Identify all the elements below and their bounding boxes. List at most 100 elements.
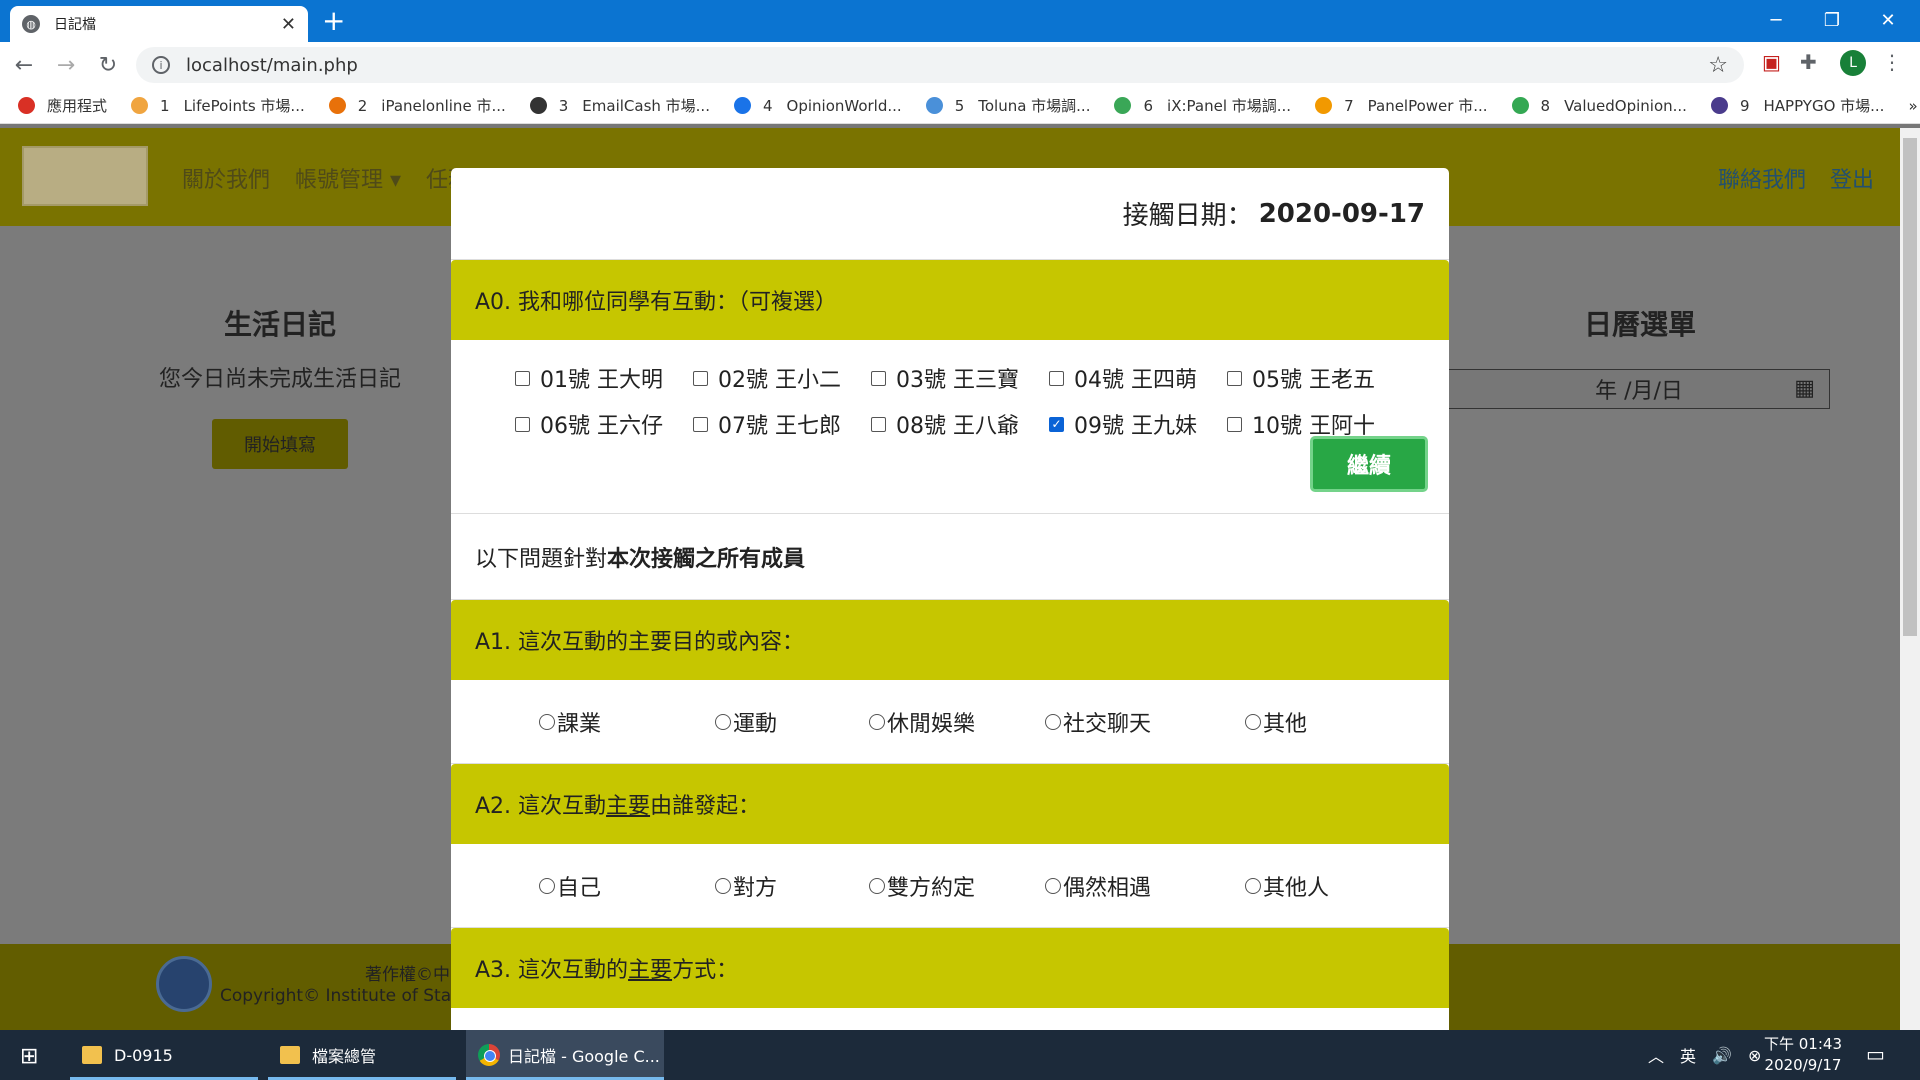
forward-arrow-icon[interactable]: → bbox=[48, 47, 84, 83]
diary-panel: 生活日記 您今日尚未完成生活日記 開始填寫 bbox=[80, 303, 480, 469]
checkbox[interactable]: ✓ bbox=[1049, 416, 1064, 432]
reload-icon[interactable]: ↻ bbox=[90, 47, 126, 83]
radio-option[interactable]: 自己 bbox=[539, 870, 601, 902]
continue-button[interactable]: 繼續 bbox=[1310, 436, 1428, 492]
bookmark-favicon-icon bbox=[1511, 97, 1529, 114]
scrollbar-thumb[interactable] bbox=[1903, 138, 1917, 636]
minimize-button[interactable]: ─ bbox=[1748, 0, 1804, 40]
taskbar-item-chrome[interactable]: 日記檔 - Google C... bbox=[466, 1030, 664, 1080]
radio-button[interactable] bbox=[1245, 714, 1261, 730]
bookmark-item[interactable]: 1 LifePoints 市場... bbox=[131, 95, 305, 116]
network-icon[interactable]: ⊗ bbox=[1748, 1046, 1761, 1065]
student-checkbox-item[interactable]: 04號 王四萌 bbox=[1049, 362, 1227, 394]
radio-option[interactable]: 雙方約定 bbox=[869, 870, 975, 902]
radio-option[interactable]: 其他人 bbox=[1245, 870, 1329, 902]
checkbox[interactable] bbox=[693, 416, 708, 432]
back-arrow-icon[interactable]: ← bbox=[6, 47, 42, 83]
student-checkbox-item[interactable]: 07號 王七郎 bbox=[693, 408, 871, 440]
nav-logout[interactable]: 登出 bbox=[1830, 162, 1874, 194]
pdf-extension-icon[interactable]: ▣ bbox=[1762, 50, 1781, 74]
radio-button[interactable] bbox=[1045, 714, 1061, 730]
bookmark-item[interactable]: 9 HAPPYGO 市場... bbox=[1710, 95, 1884, 116]
close-tab-icon[interactable]: ✕ bbox=[281, 14, 296, 35]
close-window-button[interactable]: ✕ bbox=[1860, 0, 1916, 40]
bookmark-label: EmailCash 市場... bbox=[582, 97, 710, 115]
radio-button[interactable] bbox=[1045, 878, 1061, 894]
new-tab-button[interactable]: + bbox=[322, 4, 345, 38]
page-scrollbar[interactable] bbox=[1900, 128, 1920, 1030]
bookmark-star-icon[interactable]: ☆ bbox=[1708, 53, 1728, 78]
radio-button[interactable] bbox=[539, 714, 555, 730]
student-label: 02號 王小二 bbox=[718, 368, 841, 393]
radio-option[interactable]: 偶然相遇 bbox=[1045, 870, 1151, 902]
system-clock[interactable]: 下午 01:43 2020/9/17 bbox=[1764, 1034, 1842, 1076]
menu-kebab-icon[interactable]: ⋮ bbox=[1882, 50, 1902, 74]
radio-button[interactable] bbox=[869, 878, 885, 894]
checkbox[interactable] bbox=[871, 370, 886, 386]
student-checkbox-item[interactable]: 01號 王大明 bbox=[515, 362, 693, 394]
info-icon[interactable]: i bbox=[152, 56, 170, 74]
start-diary-button[interactable]: 開始填寫 bbox=[212, 419, 348, 469]
date-input[interactable]: 年 /月/日 ▦ bbox=[1448, 369, 1830, 409]
calendar-icon[interactable]: ▦ bbox=[1794, 376, 1815, 401]
contact-date-label: 接觸日期： bbox=[1122, 201, 1253, 231]
ime-indicator[interactable]: 英 bbox=[1680, 1043, 1696, 1067]
radio-option[interactable]: 課業 bbox=[539, 706, 601, 738]
checkbox[interactable] bbox=[515, 370, 530, 386]
radio-button[interactable] bbox=[715, 878, 731, 894]
bookmark-item[interactable]: 2 iPanelonline 市... bbox=[328, 95, 506, 116]
taskbar-item-folder[interactable]: D-0915 bbox=[70, 1030, 258, 1080]
browser-tab-strip: ◍ 日記檔 ✕ + ─ ❐ ✕ bbox=[0, 0, 1920, 42]
checkbox[interactable] bbox=[1227, 370, 1242, 386]
student-checkbox-item[interactable]: 05號 王老五 bbox=[1227, 362, 1405, 394]
student-checkbox-item[interactable]: 03號 王三寶 bbox=[871, 362, 1049, 394]
notification-icon[interactable]: ▭ bbox=[1866, 1042, 1885, 1066]
bookmark-item[interactable]: 應用程式 bbox=[18, 95, 107, 116]
bookmark-item[interactable]: 7 PanelPower 市... bbox=[1315, 95, 1488, 116]
checkbox[interactable] bbox=[1049, 370, 1064, 386]
student-checkbox-item[interactable]: 06號 王六仔 bbox=[515, 408, 693, 440]
student-checkbox-item[interactable]: 02號 王小二 bbox=[693, 362, 871, 394]
bookmark-item[interactable]: 6 iX:Panel 市場調... bbox=[1114, 95, 1291, 116]
bookmark-favicon-icon bbox=[1114, 97, 1132, 114]
site-logo[interactable] bbox=[22, 146, 148, 206]
bookmark-item[interactable]: 8 ValuedOpinion... bbox=[1511, 97, 1687, 115]
extensions-puzzle-icon[interactable]: ✚ bbox=[1800, 50, 1817, 74]
bookmark-item[interactable]: 5 Toluna 市場調... bbox=[925, 95, 1090, 116]
checkbox[interactable] bbox=[693, 370, 708, 386]
note-bold: 本次接觸之所有成員 bbox=[607, 546, 806, 572]
taskbar-item-explorer[interactable]: 檔案總管 bbox=[268, 1030, 456, 1080]
student-checkbox-item[interactable]: ✓ 09號 王九妹 bbox=[1049, 408, 1227, 440]
radio-option[interactable]: 運動 bbox=[715, 706, 777, 738]
radio-button[interactable] bbox=[715, 714, 731, 730]
windows-start-icon[interactable]: ⊞ bbox=[20, 1044, 38, 1069]
nav-about[interactable]: 關於我們 bbox=[182, 162, 270, 194]
radio-option[interactable]: 社交聊天 bbox=[1045, 706, 1151, 738]
checkbox[interactable] bbox=[1227, 416, 1242, 432]
radio-label: 對方 bbox=[733, 876, 778, 901]
bookmarks-bar: 應用程式 1 LifePoints 市場... 2 iPanelonline 市... 3… bbox=[0, 88, 1920, 124]
tray-chevron-icon[interactable]: ︿ bbox=[1648, 1043, 1664, 1067]
bookmark-number: 9 bbox=[1739, 96, 1750, 115]
contact-date-value: 2020-09-17 bbox=[1258, 198, 1425, 229]
student-checkbox-item[interactable]: 08號 王八爺 bbox=[871, 408, 1049, 440]
bookmarks-overflow-icon[interactable]: » bbox=[1908, 97, 1917, 115]
radio-button[interactable] bbox=[1245, 878, 1261, 894]
nav-account[interactable]: 帳號管理 ▾ bbox=[295, 162, 401, 194]
radio-option[interactable]: 其他 bbox=[1245, 706, 1307, 738]
address-bar[interactable]: i localhost/main.php ☆ bbox=[136, 47, 1744, 83]
checkbox[interactable] bbox=[515, 416, 530, 432]
browser-tab[interactable]: ◍ 日記檔 ✕ bbox=[10, 6, 308, 42]
nav-contact[interactable]: 聯絡我們 bbox=[1718, 162, 1806, 194]
radio-option[interactable]: 休閒娛樂 bbox=[869, 706, 975, 738]
restore-button[interactable]: ❐ bbox=[1804, 0, 1860, 40]
checkbox[interactable] bbox=[871, 416, 886, 432]
bookmark-item[interactable]: 3 EmailCash 市場... bbox=[529, 95, 710, 116]
student-label: 09號 王九妹 bbox=[1074, 414, 1197, 439]
radio-button[interactable] bbox=[539, 878, 555, 894]
profile-avatar[interactable]: L bbox=[1840, 50, 1866, 76]
volume-icon[interactable]: 🔊 bbox=[1712, 1046, 1732, 1065]
bookmark-item[interactable]: 4 OpinionWorld... bbox=[733, 97, 902, 115]
radio-button[interactable] bbox=[869, 714, 885, 730]
radio-option[interactable]: 對方 bbox=[715, 870, 777, 902]
